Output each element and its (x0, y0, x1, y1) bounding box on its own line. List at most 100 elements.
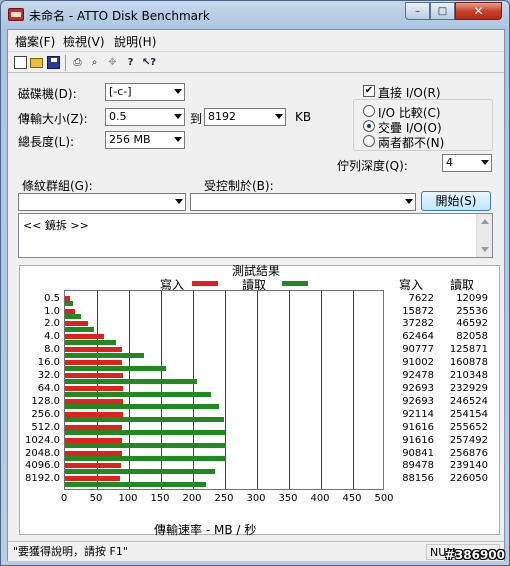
scroll-down-icon[interactable] (481, 247, 489, 252)
notes-scrollbar[interactable] (476, 214, 492, 257)
read-bar (65, 378, 197, 384)
neither-radio[interactable] (363, 135, 375, 147)
help-icon[interactable]: ? (124, 56, 137, 69)
read-value: 12099 (456, 292, 488, 304)
category-label: 4096.0 (25, 460, 60, 472)
write-bar (65, 295, 70, 301)
chevron-down-icon (174, 137, 182, 142)
open-folder-icon[interactable] (30, 58, 43, 68)
read-value: 125871 (449, 344, 488, 356)
read-bar (65, 339, 117, 345)
toolbar: ⎙ ⌕ ✥ ? ↖? (8, 51, 504, 73)
read-value: 210348 (449, 370, 488, 382)
chevron-down-icon (175, 199, 183, 204)
write-bar (65, 347, 122, 353)
write-bar (65, 334, 105, 340)
read-bar (65, 314, 81, 320)
write-bar (65, 463, 121, 469)
title-bar[interactable]: 未命名 - ATTO Disk Benchmark – □ ✕ (1, 1, 509, 29)
scroll-up-icon[interactable] (481, 219, 489, 224)
queue-depth-label: 佇列深度(Q): (337, 159, 408, 173)
menu-file[interactable]: 檔案(F) (15, 33, 55, 50)
controlled-by-select[interactable] (190, 193, 416, 211)
transfer-to-value: 8192 (208, 110, 236, 123)
chevron-down-icon (275, 114, 283, 119)
transfer-from-value: 0.5 (109, 110, 127, 123)
category-label: 1.0 (44, 305, 60, 317)
category-label: 1024.0 (25, 434, 60, 446)
pattern-select[interactable] (18, 193, 186, 211)
x-tick-label: 350 (278, 493, 298, 504)
queue-depth-select[interactable]: 4 (442, 154, 492, 172)
total-length-select[interactable]: 256 MB (105, 131, 185, 149)
menu-view[interactable]: 檢視(V) (63, 33, 105, 50)
read-bar (65, 481, 207, 487)
write-value: 92114 (402, 408, 434, 420)
move-icon[interactable]: ✥ (106, 56, 119, 69)
read-value: 254154 (449, 408, 488, 420)
transfer-size-label: 傳輸大小(Z): (18, 112, 88, 126)
transfer-from-select[interactable]: 0.5 (105, 108, 185, 126)
total-length-label: 總長度(L): (18, 135, 75, 149)
notes-text: << 鏡拆 >> (23, 219, 89, 232)
read-value: 256876 (449, 447, 488, 459)
close-button[interactable]: ✕ (455, 2, 502, 20)
x-tick-label: 150 (150, 493, 170, 504)
write-value: 7622 (408, 292, 434, 304)
write-bar (65, 360, 122, 366)
write-value: 90841 (402, 447, 434, 459)
x-axis-label: 傳輸速率 - MB / 秒 (154, 523, 257, 537)
read-bar (65, 430, 225, 436)
write-value: 91616 (402, 434, 434, 446)
category-label: 16.0 (37, 357, 60, 369)
kb-unit-label: KB (295, 110, 312, 124)
io-compare-radio[interactable] (363, 105, 375, 117)
maximize-button[interactable]: □ (430, 2, 455, 20)
print-icon[interactable]: ⎙ (71, 56, 84, 69)
category-label: 8192.0 (25, 473, 60, 485)
read-value: 246524 (449, 395, 488, 407)
drive-select[interactable]: [-c-] (105, 83, 185, 101)
print-preview-icon[interactable]: ⌕ (88, 56, 101, 69)
new-file-icon[interactable] (14, 56, 27, 69)
write-value: 88156 (402, 473, 434, 485)
x-tick-label: 50 (89, 493, 103, 504)
watermark: #386900 (444, 548, 505, 562)
write-bar (65, 476, 121, 482)
write-value: 92693 (402, 395, 434, 407)
direct-io-checkbox[interactable]: ✔ (363, 85, 375, 97)
gridline (289, 291, 290, 489)
notes-textarea[interactable]: << 鏡拆 >> (18, 213, 493, 258)
transfer-to-select[interactable]: 8192 (204, 108, 286, 126)
drive-value: [-c-] (109, 85, 132, 98)
read-bar (65, 301, 73, 307)
category-label: 2.0 (44, 318, 60, 330)
x-tick-label: 0 (60, 493, 68, 504)
start-button[interactable]: 開始(S) (421, 191, 491, 211)
context-help-icon[interactable]: ↖? (140, 56, 158, 69)
read-column-header: 讀取 (450, 278, 475, 292)
write-bar (65, 373, 123, 379)
total-length-value: 256 MB (109, 133, 151, 146)
save-disk-icon[interactable] (47, 56, 60, 69)
toolbar-separator (65, 55, 66, 71)
x-tick-label: 500 (374, 493, 394, 504)
read-bar (65, 456, 226, 462)
queue-depth-value: 4 (446, 156, 453, 169)
category-label: 512.0 (31, 421, 60, 433)
legend-read-swatch (282, 281, 308, 286)
overlapped-io-radio[interactable] (363, 120, 375, 132)
write-value: 92478 (402, 370, 434, 382)
gridline (257, 291, 258, 489)
x-tick-label: 100 (118, 493, 138, 504)
write-bar (65, 424, 123, 430)
menu-help[interactable]: 說明(H) (114, 33, 156, 50)
read-bar (65, 443, 226, 449)
write-bar (65, 386, 123, 391)
minimize-button[interactable]: – (405, 2, 430, 20)
read-value: 255652 (449, 421, 488, 433)
status-help-text: "要獲得說明，請按 F1" (13, 545, 128, 558)
chevron-down-icon (405, 199, 413, 204)
x-tick-label: 300 (246, 493, 266, 504)
category-label: 64.0 (37, 383, 60, 394)
